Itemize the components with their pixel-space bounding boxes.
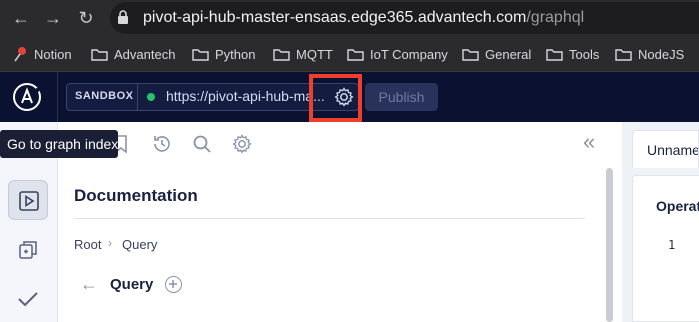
folder-icon (615, 48, 632, 61)
plus-icon (169, 280, 177, 288)
logo-area (0, 72, 58, 122)
bookmark-advantech[interactable]: Advantech (91, 45, 175, 63)
search-icon[interactable] (191, 133, 213, 155)
browser-toolbar: ← → ↻ pivot-api-hub-master-ensaas.edge36… (0, 0, 699, 36)
lock-icon (118, 10, 128, 24)
line-number: 1 (668, 238, 676, 252)
bookmark-mqtt[interactable]: MQTT (273, 45, 333, 63)
forward-icon[interactable]: → (43, 8, 63, 28)
breadcrumb-root[interactable]: Root (74, 237, 101, 252)
bookmark-label: MQTT (296, 46, 333, 62)
back-arrow-icon[interactable]: ← (80, 275, 98, 293)
bookmark-nodejs[interactable]: NodeJS (615, 45, 684, 63)
bookmarks-bar: Notion Advantech Python MQTT IoT Company… (0, 36, 699, 72)
schema-button[interactable] (8, 230, 48, 270)
bookmark-notion[interactable]: Notion (14, 45, 72, 63)
play-icon (19, 191, 39, 211)
bookmark-label: Advantech (114, 46, 176, 62)
folder-icon (273, 48, 290, 61)
publish-button[interactable]: Publish (365, 83, 438, 111)
bookmark-label: Tools (569, 46, 600, 62)
tooltip: Go to graph index (0, 130, 118, 158)
folder-icon (462, 48, 479, 61)
url-host: pivot-api-hub-master-ensaas.edge365.adva… (143, 9, 527, 26)
url-text[interactable]: pivot-api-hub-master-ensaas.edge365.adva… (143, 8, 584, 28)
highlight-box (309, 74, 362, 122)
scrollbar[interactable] (606, 168, 613, 322)
connection-status-dot (147, 93, 155, 101)
folder-icon (192, 48, 209, 61)
bookmark-python[interactable]: Python (192, 45, 255, 63)
documentation-title: Documentation (74, 186, 198, 205)
divider (137, 84, 138, 110)
bookmark-label: Notion (34, 46, 72, 62)
bookmark-general[interactable]: General (462, 45, 531, 63)
add-icon[interactable] (165, 276, 182, 293)
apollo-logo-icon[interactable] (12, 82, 42, 112)
url-path: /graphql (526, 9, 585, 26)
pin-icon (14, 47, 26, 62)
explorer-button[interactable] (8, 180, 48, 220)
sandbox-label: SANDBOX (75, 90, 134, 102)
bookmark-iot-company[interactable]: IoT Company (347, 45, 448, 63)
endpoint-url[interactable]: https://pivot-api-hub-ma... (166, 88, 325, 104)
section-title: Query (110, 276, 154, 293)
bookmark-label: IoT Company (370, 46, 448, 62)
breadcrumb-current: Query (122, 237, 158, 252)
checkmark-icon[interactable] (17, 290, 39, 308)
folder-icon (347, 48, 364, 61)
bookmark-label: General (485, 46, 532, 62)
back-icon[interactable]: ← (11, 8, 31, 28)
divider (74, 218, 585, 219)
bookmark-label: Python (215, 46, 256, 62)
history-icon[interactable] (151, 133, 173, 155)
settings-gear-icon[interactable] (231, 133, 253, 155)
bookmark-label: NodeJS (638, 46, 685, 62)
bookmark-tools[interactable]: Tools (546, 45, 599, 63)
operation-label: Operation (656, 198, 699, 214)
chevron-right-icon: › (108, 236, 112, 250)
reload-icon[interactable]: ↻ (76, 8, 96, 28)
folder-icon (91, 48, 108, 61)
folder-icon (546, 48, 563, 61)
collapse-panel-icon[interactable]: « (583, 131, 595, 153)
tab-unnamed[interactable]: Unnamed (632, 130, 699, 168)
schema-icon (19, 241, 37, 259)
